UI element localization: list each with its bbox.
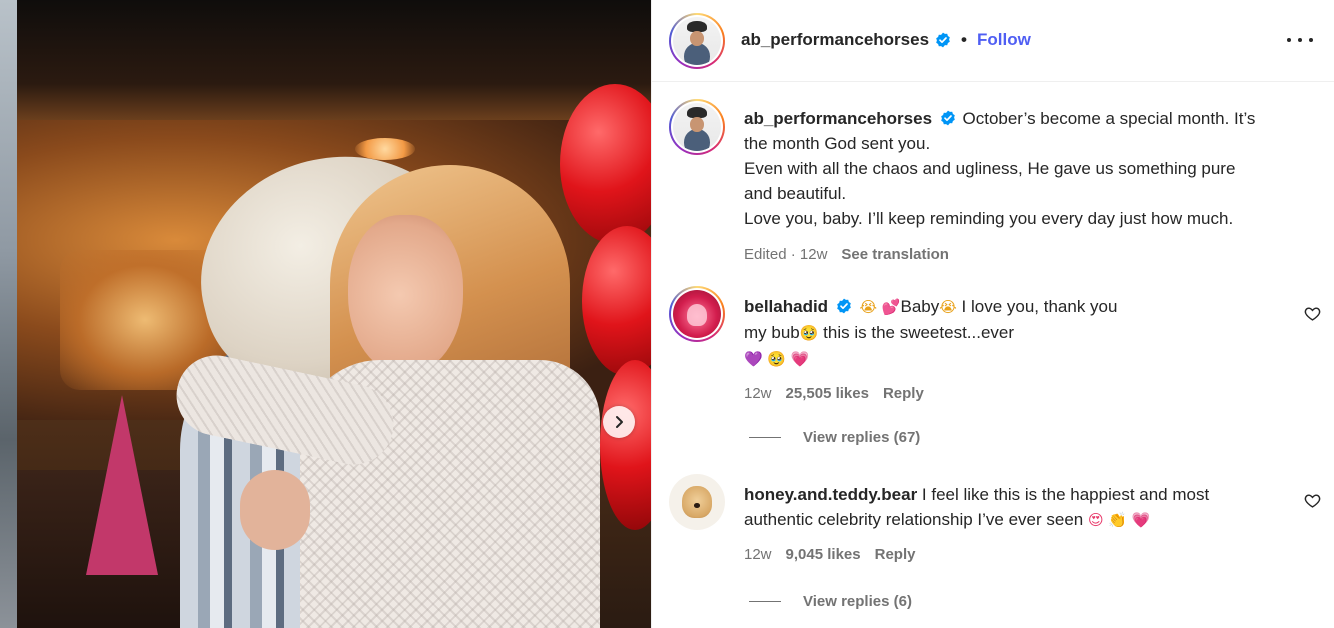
commenter-avatar[interactable] <box>669 474 725 530</box>
crying-face-emoji-icon: 😭 <box>859 298 878 316</box>
caption-author-avatar[interactable] <box>669 99 725 155</box>
caption-text: Love you, baby. I’ll keep reminding you … <box>744 209 1234 228</box>
comment-text: I love you, thank you <box>961 297 1118 316</box>
header-user-row: ab_performancehorses • Follow <box>741 30 1031 50</box>
comment-text: this is the sweetest...ever <box>823 323 1015 342</box>
reply-button[interactable]: Reply <box>875 542 916 567</box>
comment-text: authentic celebrity relationship I’ve ev… <box>744 510 1084 529</box>
pleading-face-emoji-icon: 🥹 <box>799 324 819 342</box>
woman-hand <box>240 470 310 550</box>
post-caption: ab_performancehorses October’s become a … <box>744 106 1294 267</box>
commenter-username[interactable]: honey.and.teddy.bear <box>744 485 917 504</box>
author-avatar[interactable] <box>669 13 725 69</box>
comment-meta: 12w 9,045 likes Reply <box>744 542 1294 567</box>
clapping-hands-emoji-icon: 👏 <box>1108 511 1128 529</box>
avatar-image <box>673 290 721 338</box>
view-replies-label: View replies (67) <box>803 429 921 446</box>
comment-meta: 12w 25,505 likes Reply <box>744 381 1294 406</box>
comment-text: I feel like this is the happiest and mos… <box>921 485 1210 504</box>
pink-heart-emoji-icon: 💗 <box>790 350 810 368</box>
two-hearts-emoji-icon: 💕 <box>881 298 901 316</box>
follow-button[interactable]: Follow <box>977 30 1031 50</box>
heart-icon[interactable] <box>1304 492 1321 509</box>
view-replies-button[interactable]: View replies (6) <box>749 593 912 610</box>
replies-divider-line <box>749 437 781 438</box>
caption-text: Even with all the chaos and ugliness, He… <box>744 159 1236 178</box>
avatar-image <box>673 103 721 151</box>
comment-text: Baby <box>900 297 940 316</box>
pink-heart-emoji-icon: 💗 <box>1131 511 1151 529</box>
caption-text: the month God sent you. <box>744 134 931 153</box>
post-details-panel: ab_performancehorses • Follow ab_perform… <box>651 0 1334 628</box>
comment-line: honey.and.teddy.bear I feel like this is… <box>744 482 1294 507</box>
commenter-username[interactable]: bellahadid <box>744 297 828 316</box>
verified-badge-icon <box>936 32 950 48</box>
pleading-face-emoji-icon: 🥹 <box>767 350 787 368</box>
see-translation-link[interactable]: See translation <box>841 242 949 267</box>
previous-post-edge <box>0 0 17 628</box>
caption-username[interactable]: ab_performancehorses <box>744 109 932 128</box>
comment-age: 12w <box>744 546 772 563</box>
caption-meta: Edited · 12w See translation <box>744 242 1294 267</box>
verified-badge-icon <box>837 298 851 314</box>
view-replies-button[interactable]: View replies (67) <box>749 429 920 446</box>
verified-badge-icon <box>940 110 955 126</box>
comment-line: 💜 🥹 💗 <box>744 346 1294 372</box>
comment-item: bellahadid 😭 💕Baby😭 I love you, thank yo… <box>744 294 1294 406</box>
avatar-image <box>673 17 721 65</box>
caption-text: and beautiful. <box>744 184 847 203</box>
header-separator: • <box>961 30 967 49</box>
photo-ceiling <box>17 0 651 120</box>
more-options-icon[interactable] <box>1287 30 1313 50</box>
comment-item: honey.and.teddy.bear I feel like this is… <box>744 482 1294 567</box>
party-hat <box>86 395 158 575</box>
chevron-right-icon <box>616 416 623 428</box>
caption-line-1: ab_performancehorses October’s become a … <box>744 106 1294 131</box>
comment-text: my bub <box>744 323 800 342</box>
post-photo[interactable] <box>0 0 651 628</box>
heart-icon[interactable] <box>1304 305 1321 322</box>
replies-divider-line <box>749 601 781 602</box>
caption-text: October’s become a special month. It’s <box>962 109 1256 128</box>
crying-face-emoji-icon: 😭 <box>939 298 957 316</box>
edited-label: Edited · 12w <box>744 246 828 263</box>
next-photo-button[interactable] <box>603 406 635 438</box>
comment-line: bellahadid 😭 💕Baby😭 I love you, thank yo… <box>744 294 1294 320</box>
comment-line: my bub🥹 this is the sweetest...ever <box>744 320 1294 346</box>
comment-likes[interactable]: 9,045 likes <box>786 542 861 567</box>
purple-heart-emoji-icon: 💜 <box>744 350 763 368</box>
commenter-avatar[interactable] <box>669 286 725 342</box>
reply-button[interactable]: Reply <box>883 381 924 406</box>
post-header: ab_performancehorses • Follow <box>652 0 1334 82</box>
comment-line: authentic celebrity relationship I’ve ev… <box>744 507 1294 533</box>
comment-likes[interactable]: 25,505 likes <box>786 381 869 406</box>
author-username[interactable]: ab_performancehorses <box>741 30 929 50</box>
woman-face <box>348 215 463 375</box>
view-replies-label: View replies (6) <box>803 593 912 610</box>
heart-eyes-emoji-icon: 😍 <box>1087 511 1104 529</box>
comment-age: 12w <box>744 385 772 402</box>
avatar-image <box>669 474 725 530</box>
